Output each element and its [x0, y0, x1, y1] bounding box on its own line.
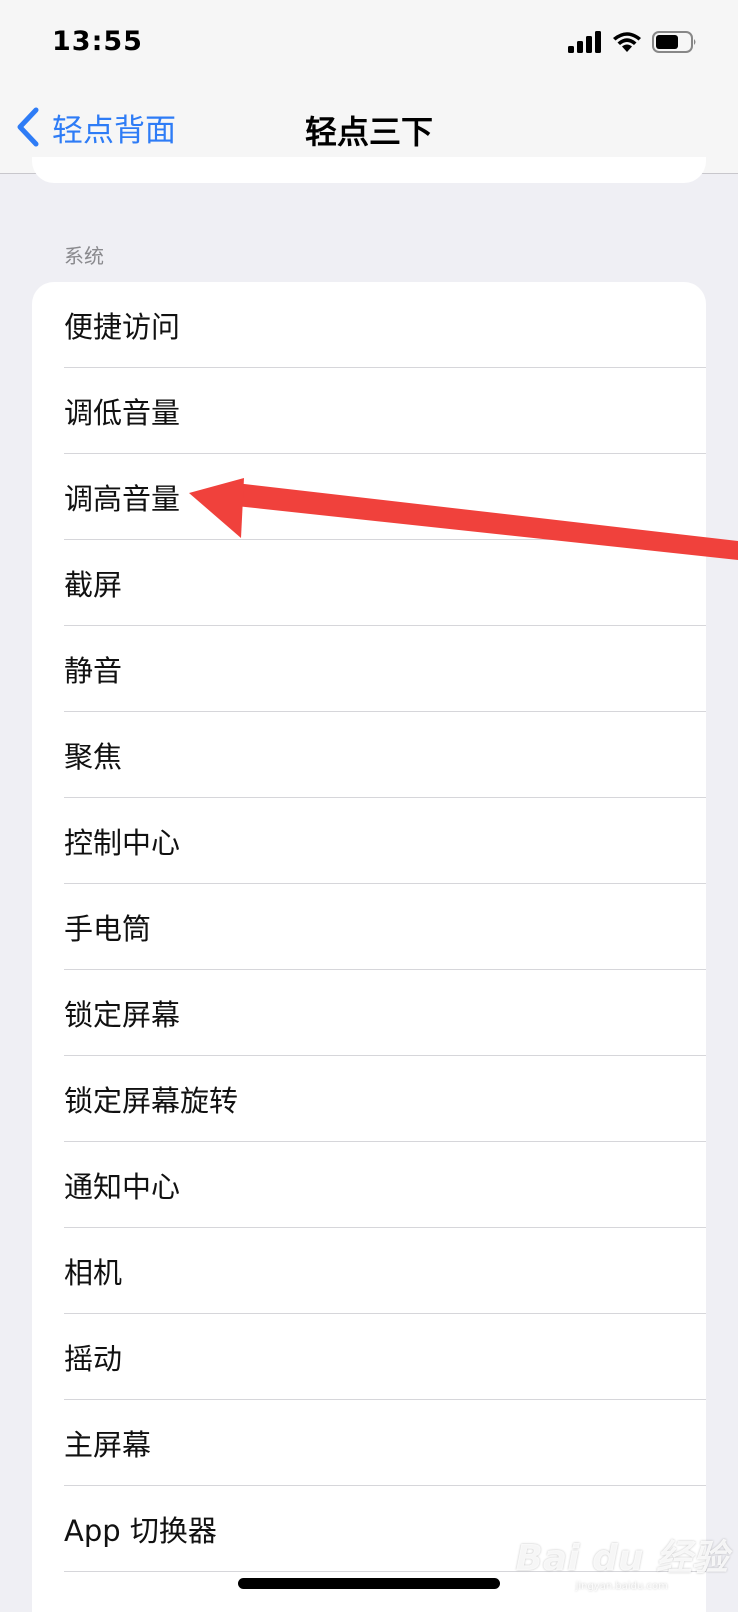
battery-icon	[652, 31, 696, 53]
list-item[interactable]: 便捷访问	[32, 282, 706, 368]
list-item[interactable]: 摇动	[32, 1314, 706, 1400]
list-item-label: 调低音量	[64, 396, 181, 430]
list-item[interactable]: 相机	[32, 1228, 706, 1314]
list-item-label: 调高音量	[64, 482, 181, 516]
list-item-label: 截屏	[64, 568, 123, 602]
list-item[interactable]: 截屏	[32, 540, 706, 626]
list-item-label: 便捷访问	[64, 310, 181, 344]
list-item-label: 锁定屏幕	[64, 998, 181, 1032]
list-item[interactable]: 静音	[32, 626, 706, 712]
list-item-label: 控制中心	[64, 826, 181, 860]
status-bar: 13:55	[0, 0, 738, 95]
watermark-url: jingyan.baidu.com	[575, 1581, 668, 1592]
list-item-label: App 切换器	[64, 1514, 217, 1548]
list-item-label: 静音	[64, 654, 123, 688]
list-item[interactable]: 锁定屏幕	[32, 970, 706, 1056]
list-item[interactable]: 通知中心	[32, 1142, 706, 1228]
system-actions-list: 便捷访问 调低音量 调高音量 截屏 静音 聚焦 控制中心 手电筒 锁定屏幕 锁定…	[32, 282, 706, 1612]
list-item[interactable]: 聚焦	[32, 712, 706, 798]
list-item-label: 锁定屏幕旋转	[64, 1084, 239, 1118]
cellular-signal-icon	[568, 31, 601, 53]
list-item-label: 摇动	[64, 1342, 123, 1376]
baidu-watermark: Bai du 经验 jingyan.baidu.com	[515, 1529, 728, 1592]
list-item[interactable]: 调低音量	[32, 368, 706, 454]
list-item[interactable]: 锁定屏幕旋转	[32, 1056, 706, 1142]
list-item-label: 主屏幕	[64, 1428, 152, 1462]
list-item[interactable]: 控制中心	[32, 798, 706, 884]
home-indicator[interactable]	[238, 1578, 500, 1589]
list-item[interactable]: 主屏幕	[32, 1400, 706, 1486]
list-item-label: 相机	[64, 1256, 123, 1290]
section-header: 系统	[64, 244, 104, 268]
watermark-logo: Bai du 经验	[515, 1538, 728, 1579]
previous-group-bottom	[32, 157, 706, 183]
status-icons	[568, 31, 698, 53]
wifi-icon	[613, 32, 641, 52]
list-item[interactable]: 手电筒	[32, 884, 706, 970]
list-item-label: 通知中心	[64, 1170, 181, 1204]
status-time: 13:55	[52, 26, 143, 57]
page-title: 轻点三下	[304, 113, 433, 151]
list-item-label: 手电筒	[64, 912, 152, 946]
list-item-label: 聚焦	[64, 740, 123, 774]
list-item[interactable]: 调高音量	[32, 454, 706, 540]
